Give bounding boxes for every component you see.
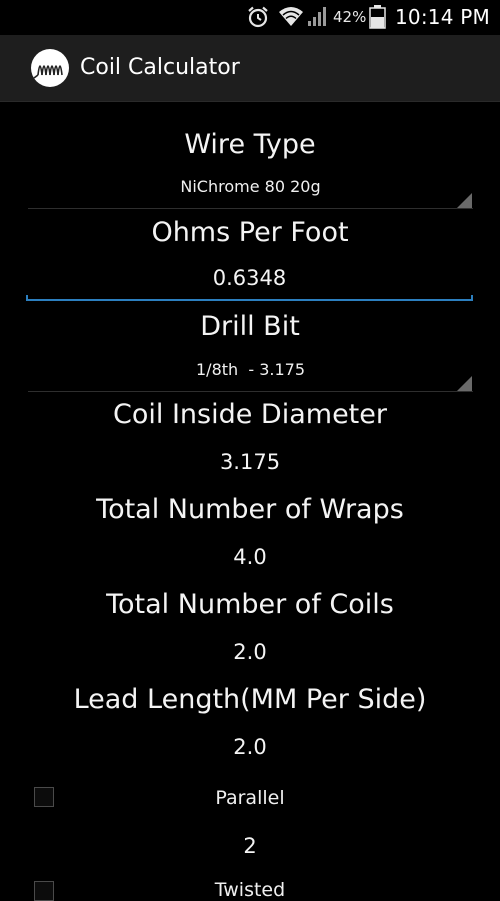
- coil-logo-icon[interactable]: [30, 48, 70, 88]
- wifi-icon: [279, 7, 303, 26]
- lead-length-label: Lead Length(MM Per Side): [73, 684, 427, 715]
- calculator-form: Wire Type NiChrome 80 20g Ohms Per Foot …: [0, 101, 500, 901]
- total-wraps-value[interactable]: 4.0: [0, 545, 500, 569]
- dropdown-arrow-icon: [457, 193, 472, 208]
- parallel-label: Parallel: [215, 787, 285, 809]
- battery-percent: 42%: [333, 8, 367, 26]
- total-wraps-label: Total Number of Wraps: [96, 494, 404, 525]
- wire-type-label: Wire Type: [184, 129, 316, 160]
- parallel-count-value[interactable]: 2: [0, 834, 500, 858]
- ohms-per-foot-input[interactable]: 0.6348: [26, 261, 473, 301]
- status-time: 10:14 PM: [395, 5, 490, 29]
- divider: [28, 391, 473, 392]
- ohms-per-foot-value: 0.6348: [212, 266, 287, 290]
- lead-length-value[interactable]: 2.0: [0, 735, 500, 759]
- drill-bit-spinner[interactable]: 1/8th - 3.175: [28, 354, 473, 392]
- battery-icon: [369, 5, 386, 29]
- action-bar: Coil Calculator: [0, 35, 500, 102]
- ohms-per-foot-label: Ohms Per Foot: [151, 217, 349, 248]
- twisted-label: Twisted: [214, 879, 286, 901]
- input-underline: [26, 299, 473, 301]
- wire-type-spinner[interactable]: NiChrome 80 20g: [28, 171, 473, 209]
- dropdown-arrow-icon: [457, 376, 472, 391]
- input-underline-tick: [471, 295, 473, 301]
- coil-inside-diameter-label: Coil Inside Diameter: [113, 399, 387, 430]
- total-coils-value[interactable]: 2.0: [0, 640, 500, 664]
- input-underline-tick: [26, 295, 28, 301]
- status-bar: 42% 10:14 PM: [0, 0, 500, 35]
- drill-bit-selected: 1/8th - 3.175: [196, 360, 305, 379]
- signal-icon: [308, 7, 326, 26]
- app-title: Coil Calculator: [80, 55, 240, 80]
- divider: [28, 208, 473, 209]
- wire-type-selected: NiChrome 80 20g: [180, 177, 321, 196]
- alarm-icon: [248, 6, 268, 28]
- coil-inside-diameter-value[interactable]: 3.175: [0, 450, 500, 474]
- total-coils-label: Total Number of Coils: [106, 589, 394, 620]
- drill-bit-label: Drill Bit: [200, 311, 300, 342]
